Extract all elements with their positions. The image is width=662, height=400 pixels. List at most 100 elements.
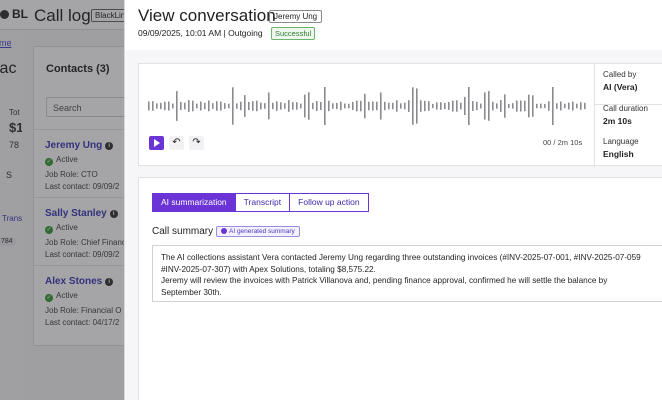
waveform-bar <box>512 103 514 109</box>
contact-tag: Jeremy Ung <box>269 10 323 23</box>
summary-line: #INV-2025-07-307) with Apex Solutions, t… <box>161 264 376 274</box>
waveform-bar <box>396 100 398 112</box>
waveform-bar <box>500 100 502 112</box>
waveform-bar <box>580 102 582 110</box>
waveform-bar <box>436 102 438 110</box>
language-value: English <box>603 149 634 159</box>
waveform-bar <box>252 101 254 111</box>
waveform-bar <box>388 102 390 110</box>
waveform-bar <box>244 95 246 117</box>
waveform-bar <box>368 101 370 111</box>
waveform-bar <box>556 103 558 109</box>
drawer-header: View conversation Jeremy Ung 09/09/2025,… <box>125 0 662 50</box>
waveform-bar <box>192 100 194 112</box>
waveform-bar <box>164 101 166 111</box>
waveform-bar <box>560 101 562 111</box>
waveform-bar <box>240 101 242 111</box>
waveform-bar <box>328 100 330 112</box>
waveform-bar <box>348 103 350 109</box>
waveform-bar <box>568 102 570 110</box>
waveform-bar <box>392 102 394 110</box>
call-summary-title: Call summary <box>152 226 214 237</box>
tab-follow-up-action[interactable]: Follow up action <box>290 193 369 212</box>
audio-waveform[interactable] <box>147 86 587 126</box>
waveform-bar <box>344 103 346 109</box>
waveform-bar <box>200 101 202 111</box>
waveform-bar <box>296 102 298 110</box>
play-button[interactable] <box>149 136 164 150</box>
language-label: Language <box>603 137 639 146</box>
waveform-bar <box>160 102 162 110</box>
ai-generated-badge: AI generated summary <box>216 226 300 237</box>
waveform-bar <box>508 103 510 109</box>
waveform-bar <box>188 100 190 112</box>
waveform-bar <box>384 101 386 111</box>
waveform-bar <box>440 102 442 110</box>
waveform-bar <box>172 103 174 109</box>
waveform-bar <box>232 87 234 125</box>
waveform-bar <box>212 103 214 109</box>
waveform-bar <box>272 102 274 110</box>
waveform-bar <box>540 103 542 109</box>
waveform-bar <box>204 102 206 110</box>
waveform-bar <box>448 102 450 110</box>
audio-player-card: ↶ ↷ 00 / 2m 10s Called by AI (Vera) Call… <box>138 63 662 167</box>
waveform-bar <box>412 87 414 125</box>
tab-transcript[interactable]: Transcript <box>235 193 291 212</box>
call-duration-label: Call duration <box>603 104 648 113</box>
rewind-button[interactable]: ↶ <box>169 136 184 150</box>
waveform-bar <box>528 94 530 118</box>
waveform-bar <box>340 101 342 111</box>
drawer-title: View conversation <box>138 6 276 25</box>
called-by-value: AI (Vera) <box>603 82 638 92</box>
waveform-bar <box>576 103 578 109</box>
summary-tabs: AI summarization Transcript Follow up ac… <box>152 193 369 212</box>
waveform-bar <box>372 101 374 111</box>
waveform-bar <box>156 103 158 109</box>
call-meta: 09/09/2025, 10:01 AM | Outgoing <box>138 28 263 38</box>
waveform-bar <box>404 102 406 110</box>
waveform-bar <box>408 100 410 112</box>
waveform-bar <box>488 91 490 121</box>
waveform-bar <box>476 101 478 111</box>
waveform-bar <box>180 101 182 110</box>
waveform-bar <box>432 103 434 109</box>
waveform-bar <box>360 100 362 112</box>
waveform-bar <box>456 100 458 112</box>
waveform-bar <box>552 87 554 125</box>
waveform-bar <box>176 91 178 121</box>
waveform-bar <box>332 103 334 109</box>
waveform-bar <box>444 102 446 110</box>
waveform-bar <box>380 92 382 120</box>
waveform-bar <box>424 100 426 112</box>
summary-card: AI summarization Transcript Follow up ac… <box>138 177 662 400</box>
waveform-bar <box>544 103 546 109</box>
waveform-bar <box>420 100 422 112</box>
waveform-bar <box>400 103 402 109</box>
waveform-bar <box>452 100 454 112</box>
waveform-bar <box>376 101 378 111</box>
ai-badge-text: AI generated summary <box>229 228 295 235</box>
waveform-bar <box>356 100 358 112</box>
call-summary-text: The AI collections assistant Vera contac… <box>152 245 662 302</box>
waveform-bar <box>196 103 198 109</box>
waveform-bar <box>496 103 498 109</box>
play-icon <box>154 139 160 147</box>
forward-button[interactable]: ↷ <box>189 136 204 150</box>
waveform-bar <box>480 103 482 109</box>
waveform-bar <box>416 88 418 124</box>
waveform-bar <box>504 94 506 118</box>
call-duration-value: 2m 10s <box>603 116 632 126</box>
rewind-icon: ↶ <box>172 137 181 148</box>
playback-time: 00 / 2m 10s <box>543 138 583 147</box>
waveform-bar <box>264 103 266 109</box>
waveform-bar <box>564 103 566 109</box>
waveform-bar <box>548 101 550 111</box>
tab-ai-summarization[interactable]: AI summarization <box>152 193 236 212</box>
waveform-bar <box>256 100 258 112</box>
waveform-bar <box>148 101 150 111</box>
waveform-bar <box>312 102 314 110</box>
waveform-bar <box>284 103 286 109</box>
waveform-bar <box>276 101 278 111</box>
waveform-bar <box>320 102 322 110</box>
